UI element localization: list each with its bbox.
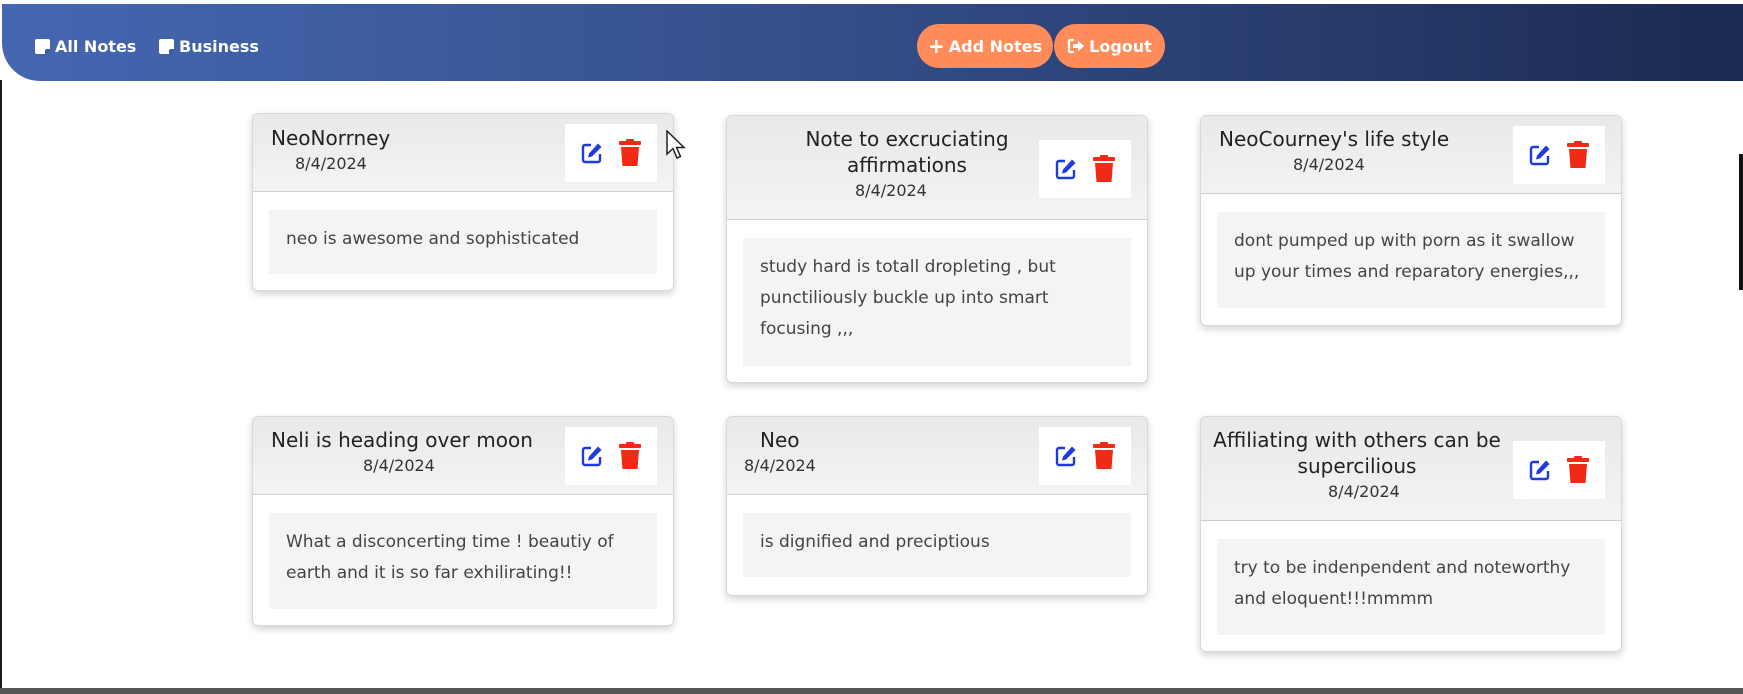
edit-button[interactable] <box>1055 158 1077 180</box>
note-actions <box>1039 427 1131 485</box>
delete-button[interactable] <box>1567 456 1589 484</box>
logout-label: Logout <box>1089 36 1152 56</box>
edit-button[interactable] <box>1529 144 1551 166</box>
trash-icon <box>1567 456 1589 483</box>
note-date: 8/4/2024 <box>295 154 367 173</box>
edit-icon <box>1529 460 1550 481</box>
note-date: 8/4/2024 <box>1293 155 1365 174</box>
note-actions <box>1513 126 1605 184</box>
add-notes-label: Add Notes <box>948 36 1043 56</box>
note-body: is dignified and preciptious <box>743 513 1131 577</box>
scrollbar-thumb[interactable] <box>1739 154 1743 290</box>
note-card-header: Note to excruciating affirmations 8/4/20… <box>727 116 1147 220</box>
note-body: neo is awesome and sophisticated <box>269 210 657 274</box>
note-title: Note to excruciating affirmations <box>805 127 1009 177</box>
plus-icon: + <box>927 34 945 58</box>
delete-button[interactable] <box>619 139 641 167</box>
edit-button[interactable] <box>1529 459 1551 481</box>
note-card-header: Affiliating with others can be supercili… <box>1201 417 1621 521</box>
note-card: Affiliating with others can be supercili… <box>1200 416 1622 652</box>
edit-icon <box>581 446 602 467</box>
note-date: 8/4/2024 <box>363 456 435 475</box>
note-card: Neo 8/4/2024 is dignified and preciptiou… <box>726 416 1148 596</box>
note-card: NeoNorrney 8/4/2024 neo is awesome and s… <box>252 113 674 291</box>
logout-button[interactable]: Logout <box>1054 24 1165 68</box>
delete-button[interactable] <box>1567 141 1589 169</box>
note-title: Affiliating with others can be supercili… <box>1213 428 1501 478</box>
note-title: Neo <box>760 428 800 452</box>
nav-business-link[interactable]: Business <box>159 34 259 58</box>
edit-button[interactable] <box>581 142 603 164</box>
add-notes-button[interactable]: + Add Notes <box>917 24 1053 68</box>
trash-icon <box>1093 155 1115 182</box>
trash-icon <box>1093 442 1115 469</box>
window-left-edge <box>0 80 2 688</box>
edit-button[interactable] <box>1055 445 1077 467</box>
edit-button[interactable] <box>581 445 603 467</box>
note-date: 8/4/2024 <box>744 456 816 475</box>
note-title: NeoNorrney <box>271 126 391 150</box>
nav-all-notes-link[interactable]: All Notes <box>35 34 136 58</box>
delete-button[interactable] <box>1093 442 1115 470</box>
note-body: try to be indenpendent and noteworthy an… <box>1217 539 1605 635</box>
mouse-cursor-icon <box>666 130 686 159</box>
delete-button[interactable] <box>619 442 641 470</box>
note-actions <box>1513 441 1605 499</box>
note-title: Neli is heading over moon <box>271 428 533 452</box>
edit-icon <box>1055 446 1076 467</box>
note-card: NeoCourney's life style 8/4/2024 dont pu… <box>1200 115 1622 326</box>
note-actions <box>565 427 657 485</box>
note-card-header: NeoNorrney 8/4/2024 <box>253 114 673 192</box>
note-date: 8/4/2024 <box>855 181 927 200</box>
note-card-header: Neli is heading over moon 8/4/2024 <box>253 417 673 495</box>
note-date: 8/4/2024 <box>1328 482 1400 501</box>
sticky-note-icon <box>159 38 174 54</box>
trash-icon <box>1567 141 1589 168</box>
note-body: study hard is totall dropleting , but pu… <box>743 238 1131 366</box>
note-actions <box>565 124 657 182</box>
note-title: NeoCourney's life style <box>1219 127 1450 151</box>
nav-business-label: Business <box>179 36 259 56</box>
logout-icon <box>1068 38 1085 54</box>
sticky-note-icon <box>35 38 50 54</box>
note-body: dont pumped up with porn as it swallow u… <box>1217 212 1605 308</box>
nav-all-notes-label: All Notes <box>55 36 137 56</box>
navbar: All Notes Business + Add Notes Logout <box>2 4 1743 81</box>
note-body: What a disconcerting time ! beautiy of e… <box>269 513 657 609</box>
edit-icon <box>581 143 602 164</box>
note-card-header: Neo 8/4/2024 <box>727 417 1147 495</box>
note-card: Neli is heading over moon 8/4/2024 What … <box>252 416 674 626</box>
edit-icon <box>1055 159 1076 180</box>
trash-icon <box>619 139 641 166</box>
note-card: Note to excruciating affirmations 8/4/20… <box>726 115 1148 383</box>
edit-icon <box>1529 145 1550 166</box>
note-actions <box>1039 140 1131 198</box>
window-bottom-bar <box>0 688 1743 694</box>
trash-icon <box>619 442 641 469</box>
delete-button[interactable] <box>1093 155 1115 183</box>
note-card-header: NeoCourney's life style 8/4/2024 <box>1201 116 1621 194</box>
